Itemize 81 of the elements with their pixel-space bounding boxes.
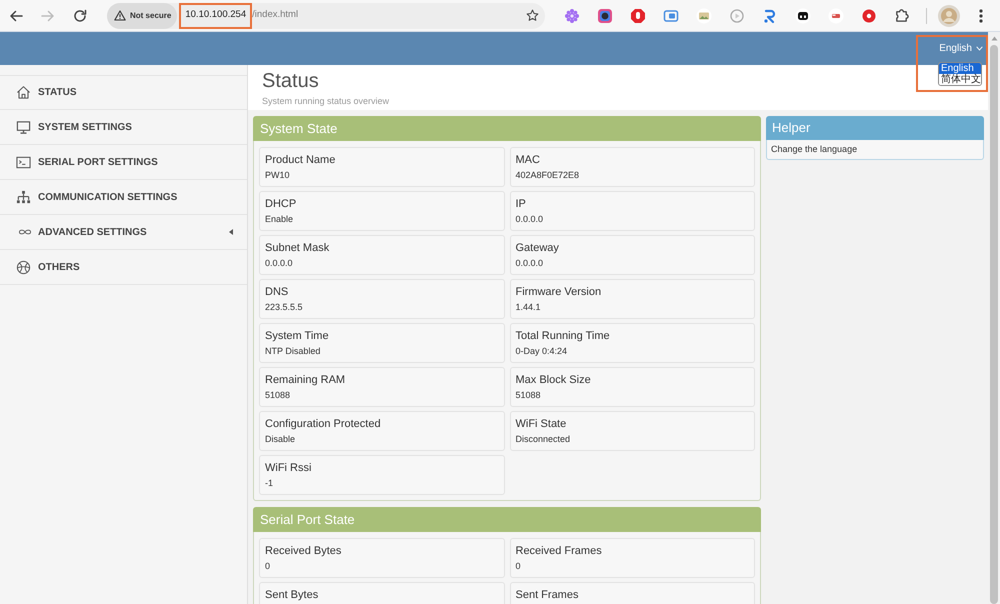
field-value: 0.0.0.0 — [265, 257, 293, 269]
star-icon[interactable] — [526, 9, 539, 22]
field-value: 0 — [516, 560, 521, 572]
sidebar-item[interactable]: ADVANCED SETTINGS — [0, 215, 247, 250]
panel-header: Helper — [766, 116, 984, 140]
field-label: Sent Bytes — [265, 588, 318, 602]
field-label: IP — [516, 197, 526, 211]
field-label: Max Block Size — [516, 373, 591, 387]
field-value: Disconnected — [516, 433, 570, 445]
sidebar-item[interactable]: SERIAL PORT SETTINGS — [0, 145, 247, 180]
field-value: PW10 — [265, 169, 290, 181]
label-icon[interactable] — [828, 8, 844, 24]
field-value: 51088 — [516, 389, 541, 401]
field-label: Gateway — [516, 241, 559, 255]
field-value: 223.5.5.5 — [265, 301, 303, 313]
url-host: 10.10.100.254 — [185, 8, 246, 22]
address-bar[interactable]: Not secure 10.10.100.254 /index.html — [107, 2, 545, 28]
camera-icon[interactable] — [596, 8, 612, 24]
puzzle-icon[interactable] — [894, 8, 909, 23]
field-label: Firmware Version — [516, 285, 602, 299]
field-label: Received Bytes — [265, 544, 342, 558]
scroll-thumb[interactable] — [990, 45, 998, 604]
field-label: WiFi Rssi — [265, 461, 312, 475]
field-label: Product Name — [265, 153, 336, 167]
scrollbar[interactable] — [988, 32, 1000, 604]
field-label: WiFi State — [516, 417, 566, 431]
field-value: 0.0.0.0 — [516, 213, 544, 225]
language-option[interactable]: 简体中文 — [939, 74, 981, 85]
scroll-up-icon[interactable] — [990, 36, 998, 41]
infinity-icon — [16, 227, 34, 237]
sidebar-item[interactable]: COMMUNICATION SETTINGS — [0, 180, 247, 215]
field-value: NTP Disabled — [265, 345, 320, 357]
field-value: 0 — [265, 560, 270, 572]
field-label: System Time — [265, 329, 329, 343]
mask-icon[interactable] — [794, 8, 810, 24]
field-value: 0.0.0.0 — [516, 257, 544, 269]
field-label: Subnet Mask — [265, 241, 330, 255]
field-value: Disable — [265, 433, 296, 445]
field-label: Total Running Time — [516, 329, 610, 343]
sidebar-item[interactable]: OTHERS — [0, 250, 247, 285]
monitor-icon — [16, 120, 31, 134]
page-subtitle: System running status overview — [262, 95, 390, 107]
reload-icon[interactable] — [73, 8, 87, 22]
field-value: 1.44.1 — [516, 301, 541, 313]
sidebar-item[interactable]: STATUS — [0, 75, 247, 110]
field-label: Received Frames — [516, 544, 602, 558]
terminal-icon — [16, 154, 31, 170]
field-value: 0-Day 0:4:24 — [516, 345, 568, 357]
field-value: 402A8F0E72E8 — [516, 169, 580, 181]
language-select[interactable]: English — [939, 41, 983, 56]
field-label: Remaining RAM — [265, 373, 346, 387]
url-path: /index.html — [252, 8, 298, 22]
record-icon[interactable] — [860, 8, 876, 24]
panel-header: Serial Port State — [253, 507, 761, 532]
page-title: Status — [262, 69, 319, 93]
back-icon[interactable] — [9, 8, 23, 22]
play-icon[interactable] — [728, 8, 744, 24]
field-label: Configuration Protected — [265, 417, 381, 431]
octagon-icon[interactable] — [630, 8, 646, 24]
helper-text: Change the language — [771, 142, 858, 156]
image-icon[interactable] — [696, 8, 712, 24]
sitemap-icon — [16, 190, 31, 204]
menu-icon[interactable] — [978, 8, 982, 22]
field-label: Sent Frames — [516, 588, 578, 602]
field-label: DHCP — [265, 197, 296, 211]
field-label: MAC — [516, 153, 540, 167]
flower-icon[interactable] — [564, 8, 580, 24]
home-icon — [16, 85, 31, 100]
field-value: -1 — [265, 477, 274, 489]
field-value: 51088 — [265, 389, 290, 401]
ball-icon — [16, 260, 31, 274]
panel-header: System State — [253, 116, 761, 141]
security-chip[interactable]: Not secure — [107, 2, 178, 28]
field-value: Enable — [265, 213, 294, 225]
language-option[interactable]: English — [939, 63, 981, 74]
field-label: DNS — [265, 285, 288, 299]
squiggle-icon[interactable] — [762, 8, 778, 24]
chevron-down-icon — [976, 46, 983, 51]
tab-icon[interactable] — [662, 8, 678, 24]
warning-icon — [114, 10, 126, 21]
sidebar-item[interactable]: SYSTEM SETTINGS — [0, 110, 247, 145]
